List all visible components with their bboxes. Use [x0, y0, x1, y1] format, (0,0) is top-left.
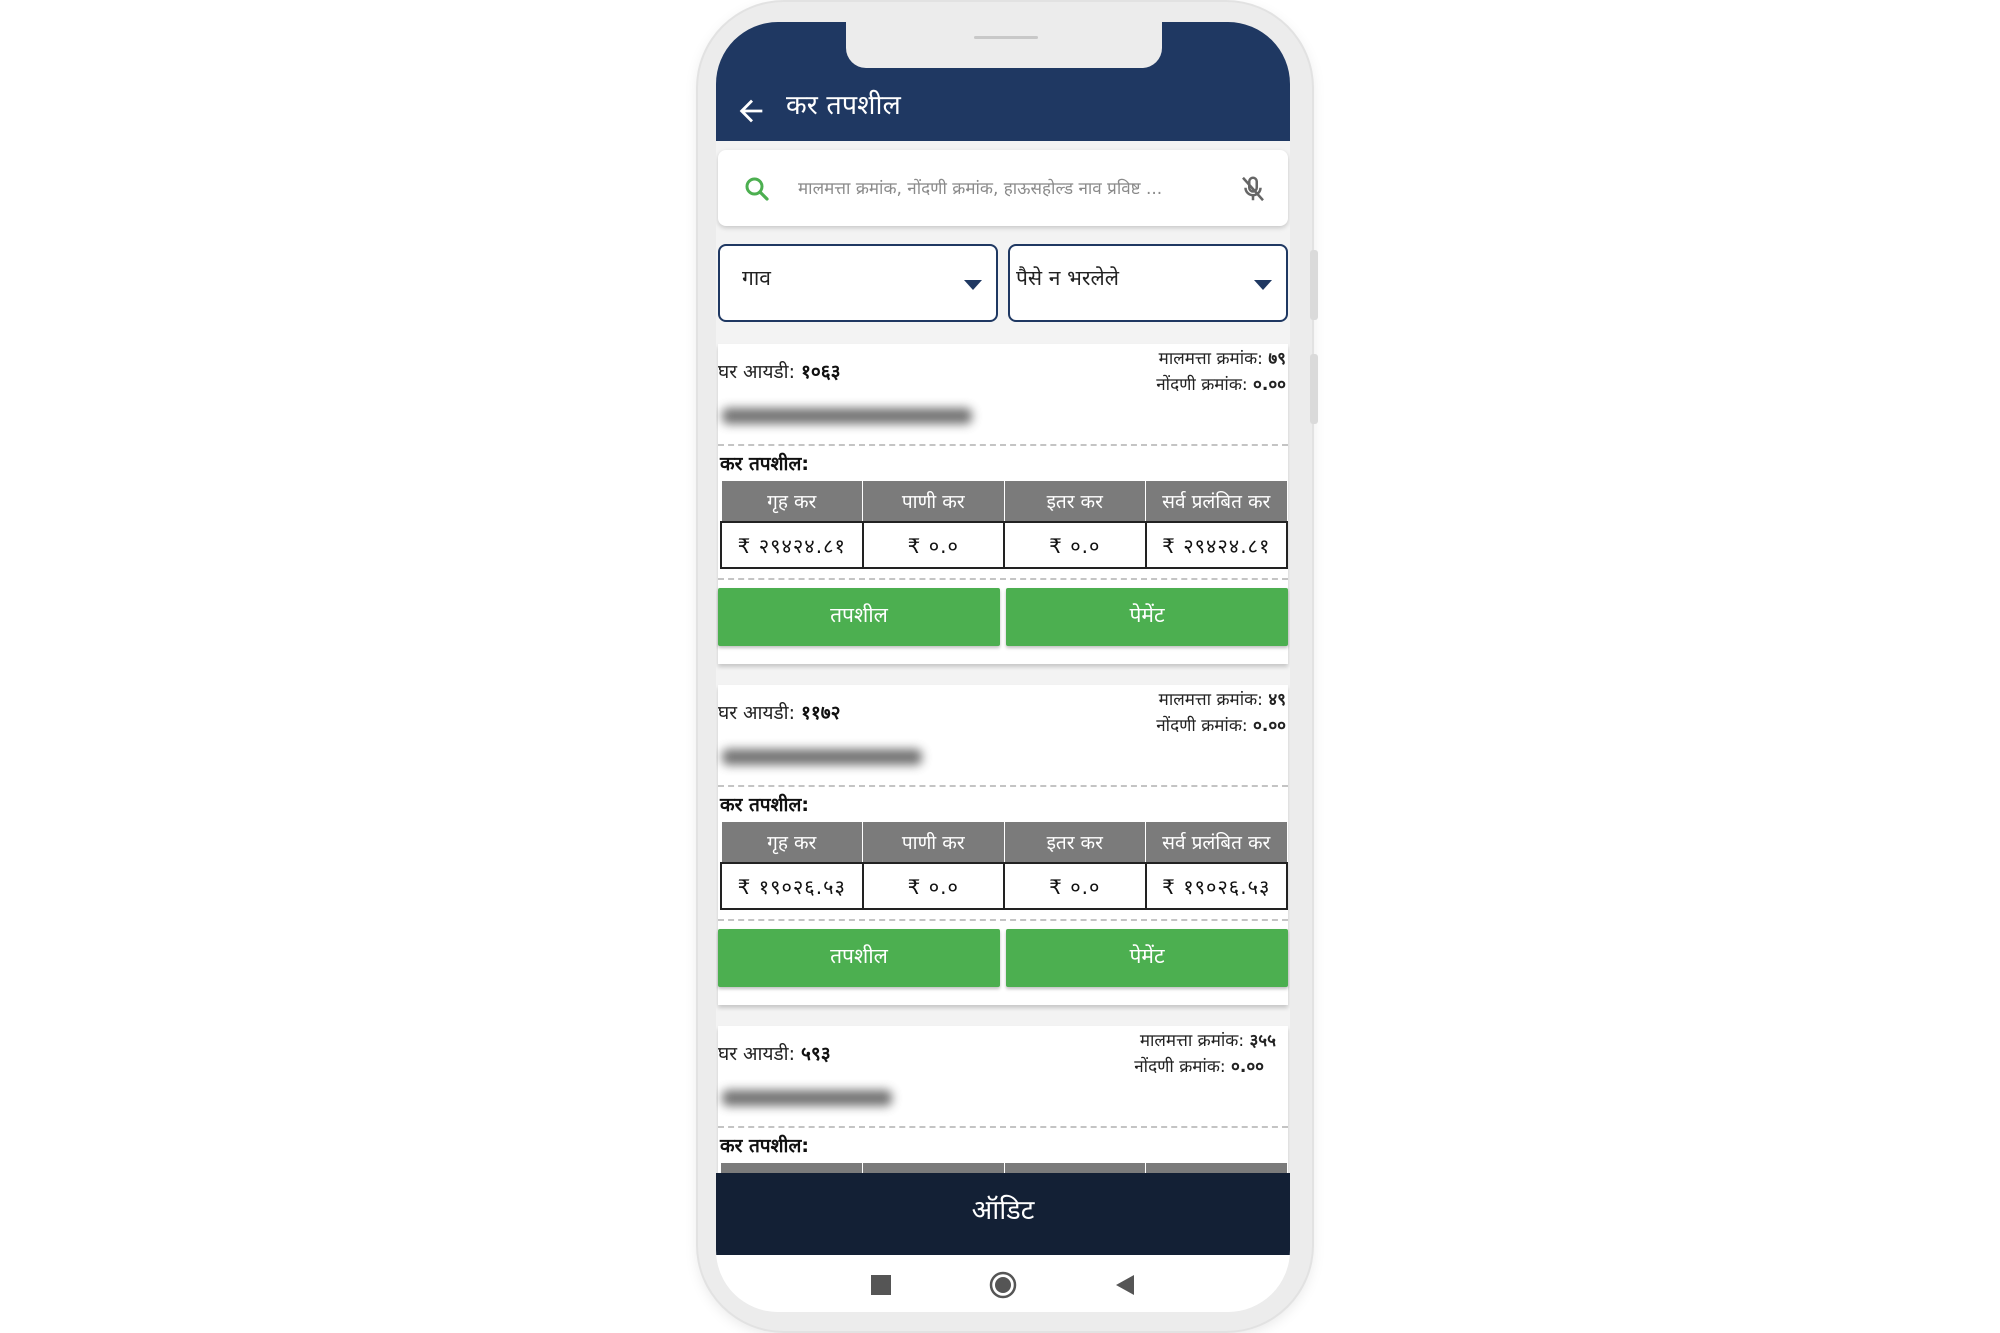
house-id: घर आयडी: ५९३: [718, 1043, 831, 1065]
col-total-pending: सर्व प्रलंबित कर: [1145, 821, 1288, 864]
payment-button[interactable]: पेमेंट: [1006, 929, 1288, 987]
payment-button[interactable]: पेमेंट: [1006, 588, 1288, 646]
search-input[interactable]: [796, 170, 1200, 208]
tax-details-label: कर तपशील:: [720, 453, 809, 475]
water-tax-value: ₹ ०.०: [861, 521, 1005, 569]
tax-record-card: घर आयडी: ५९३ मालमत्ता क्रमांक: ३५५ नोंदण…: [718, 1026, 1288, 1204]
col-house-tax: गृह कर: [720, 480, 863, 523]
recents-square-icon[interactable]: [871, 1275, 891, 1295]
details-button[interactable]: तपशील: [718, 929, 1000, 987]
divider: [718, 785, 1288, 787]
payment-status-dropdown[interactable]: पैसे न भरलेले: [1008, 244, 1288, 322]
col-total-pending: सर्व प्रलंबित कर: [1145, 480, 1288, 523]
property-info: मालमत्ता क्रमांक: ३५५ नोंदणी क्रमांक: ०.…: [1134, 1031, 1276, 1077]
payment-status-dropdown-value: पैसे न भरलेले: [1016, 266, 1119, 290]
tax-table: गृह कर पाणी कर इतर कर सर्व प्रलंबित कर ₹…: [720, 821, 1288, 910]
col-house-tax: गृह कर: [720, 821, 863, 864]
phone-screen: कर तपशील गाव पैसे न भरलेले: [716, 22, 1290, 1312]
col-water-tax: पाणी कर: [862, 480, 1005, 523]
property-info: मालमत्ता क्रमांक: ७९ नोंदणी क्रमांक: ०.०…: [1156, 349, 1286, 395]
mic-off-icon[interactable]: [1238, 172, 1268, 206]
house-id: घर आयडी: ११७२: [718, 702, 841, 724]
col-other-tax: इतर कर: [1003, 821, 1146, 864]
back-arrow-icon[interactable]: [734, 94, 768, 128]
house-id: घर आयडी: १०६३: [718, 361, 841, 383]
volume-button: [1310, 250, 1318, 320]
house-tax-value: ₹ २९४२४.८१: [720, 521, 864, 569]
total-pending-value: ₹ १९०२६.५३: [1144, 862, 1288, 910]
divider: [718, 1126, 1288, 1128]
search-icon: [745, 177, 769, 201]
page-title: कर तपशील: [786, 90, 901, 121]
phone-frame: कर तपशील गाव पैसे न भरलेले: [698, 2, 1318, 1331]
back-triangle-icon[interactable]: [1114, 1274, 1136, 1296]
divider: [718, 919, 1288, 921]
household-name-redacted: [722, 749, 922, 765]
dropdown-arrow-icon: [1254, 280, 1272, 290]
speaker: [974, 36, 1038, 39]
household-name-redacted: [722, 1090, 892, 1106]
village-dropdown-value: गाव: [742, 266, 771, 290]
tax-record-card: घर आयडी: ११७२ मालमत्ता क्रमांक: ४९ नोंदण…: [718, 685, 1288, 1005]
col-other-tax: इतर कर: [1003, 480, 1146, 523]
other-tax-value: ₹ ०.०: [1003, 862, 1147, 910]
power-button: [1310, 354, 1318, 424]
tax-table: गृह कर पाणी कर इतर कर सर्व प्रलंबित कर ₹…: [720, 480, 1288, 569]
tax-details-label: कर तपशील:: [720, 1135, 809, 1157]
household-name-redacted: [722, 408, 972, 424]
details-button[interactable]: तपशील: [718, 588, 1000, 646]
village-dropdown[interactable]: गाव: [718, 244, 998, 322]
col-water-tax: पाणी कर: [862, 821, 1005, 864]
divider: [718, 578, 1288, 580]
audit-button[interactable]: ऑडिट: [716, 1173, 1290, 1255]
property-info: मालमत्ता क्रमांक: ४९ नोंदणी क्रमांक: ०.०…: [1156, 690, 1286, 736]
home-circle-icon[interactable]: [989, 1271, 1017, 1299]
tax-details-label: कर तपशील:: [720, 794, 809, 816]
divider: [718, 444, 1288, 446]
search-bar[interactable]: [718, 150, 1288, 226]
dropdown-arrow-icon: [964, 280, 982, 290]
total-pending-value: ₹ २९४२४.८१: [1144, 521, 1288, 569]
house-tax-value: ₹ १९०२६.५३: [720, 862, 864, 910]
other-tax-value: ₹ ०.०: [1003, 521, 1147, 569]
water-tax-value: ₹ ०.०: [861, 862, 1005, 910]
notch: [846, 22, 1162, 68]
android-nav-bar: [716, 1255, 1290, 1312]
tax-record-card: घर आयडी: १०६३ मालमत्ता क्रमांक: ७९ नोंदण…: [718, 344, 1288, 664]
